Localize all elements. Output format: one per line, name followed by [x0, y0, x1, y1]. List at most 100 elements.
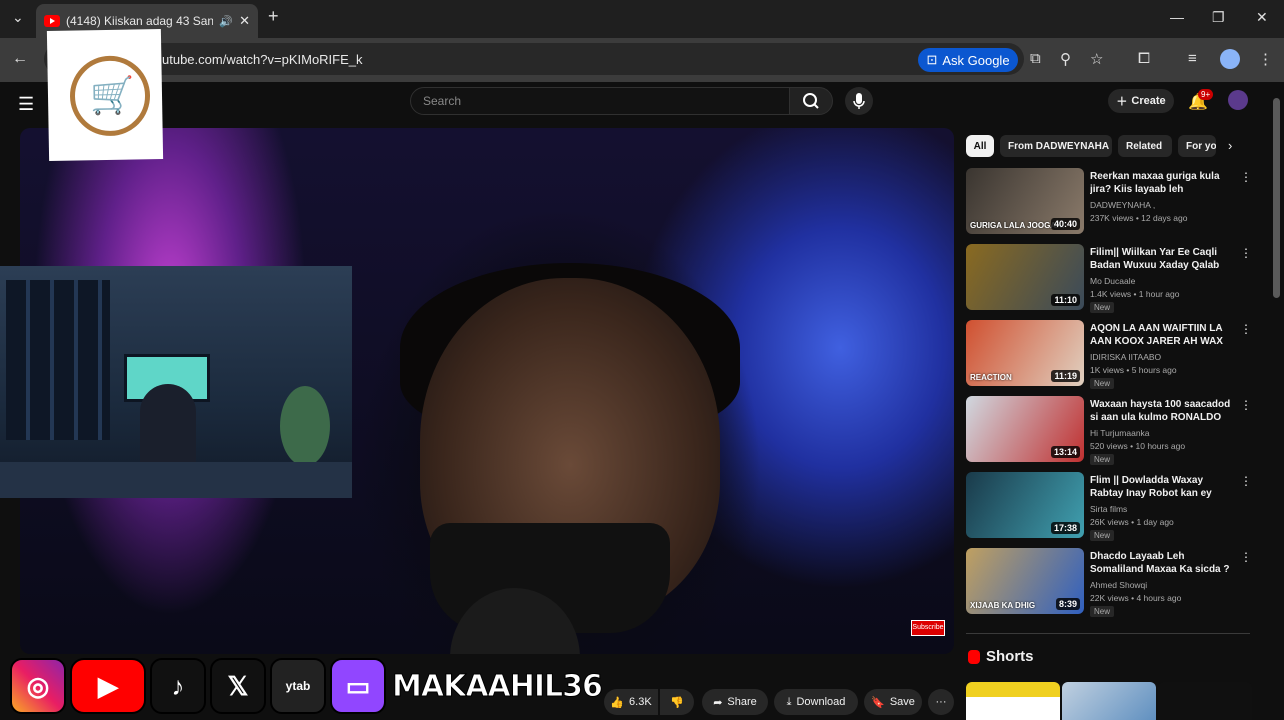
kebab-icon[interactable]: ⋮ [1240, 322, 1252, 336]
chip-for-you[interactable]: For yo [1178, 135, 1216, 157]
ask-google-label: Ask Google [942, 52, 1010, 68]
video-title[interactable]: Flim || Dowladda Waxay Rabtay Inay Robot… [1090, 474, 1234, 501]
chip-from-channel[interactable]: From DADWEYNAHA , [1000, 135, 1112, 157]
notification-count-badge: 9+ [1198, 89, 1214, 100]
google-lens-icon: ⊡ [926, 52, 938, 67]
video-meta: 26K views • 1 day ago [1090, 517, 1174, 527]
browser-profile-avatar[interactable] [1220, 49, 1240, 69]
media-control-icon[interactable]: ≡ [1188, 50, 1197, 67]
channel-name[interactable]: Mo Ducaale [1090, 276, 1135, 286]
video-thumbnail[interactable]: XIJAAB KA DHIG 8:39 [966, 548, 1084, 614]
twitch-icon: ▭ [330, 658, 386, 714]
kebab-icon[interactable]: ⋮ [1240, 550, 1252, 564]
recommendation-item[interactable]: 17:38 Flim || Dowladda Waxay Rabtay Inay … [966, 472, 1256, 541]
browser-menu-kebab-icon[interactable]: ⋮ [1258, 50, 1273, 68]
youtube-icon: ▶ [70, 658, 146, 714]
instagram-icon: ◎ [10, 658, 66, 714]
channel-name[interactable]: Hi Turjumaanka [1090, 428, 1150, 438]
search-input[interactable]: Search [410, 87, 790, 115]
recommendation-item[interactable]: XIJAAB KA DHIG 8:39 Dhacdo Layaab Leh Soma… [966, 548, 1256, 617]
url-text[interactable]: utube.com/watch?v=pKIMoRIFE_k [162, 52, 363, 67]
back-arrow-icon[interactable]: ← [12, 50, 28, 68]
like-button[interactable]: 👍 6.3K [604, 689, 658, 715]
x-icon: 𝕏 [210, 658, 266, 714]
recommendation-item[interactable]: GURIGA LALA JOOGAA! 40:40 Reerkan maxaa gu… [966, 168, 1256, 236]
video-title[interactable]: AQON LA AAN WAIFTIIN LA AAN KOOX JARER A… [1090, 322, 1234, 349]
chip-all[interactable]: All [966, 135, 994, 157]
channel-name[interactable]: Ahmed Showqi [1090, 580, 1147, 590]
save-label: Save [889, 696, 915, 708]
recommendation-item[interactable]: 13:14 Waxaan haysta 100 saacadod si aan u… [966, 396, 1256, 465]
kebab-icon[interactable]: ⋮ [1240, 170, 1252, 184]
subscribe-watermark[interactable]: Subscribe [911, 620, 945, 636]
kebab-icon[interactable]: ⋮ [1240, 246, 1252, 260]
video-thumbnail[interactable]: REACTION 11:19 [966, 320, 1084, 386]
channel-handle: MAKAAHIL36 [392, 668, 604, 704]
window-close-button[interactable]: ✕ [1256, 9, 1268, 26]
share-label: Share [727, 696, 757, 708]
video-title[interactable]: Dhacdo Layaab Leh Somaliland Maxaa Ka si… [1090, 550, 1234, 576]
new-badge: New [1090, 378, 1115, 389]
download-button[interactable]: ⤓ Download [774, 689, 858, 715]
new-tab-button[interactable]: + [268, 6, 279, 27]
tiktok-icon: ♪ [150, 658, 206, 714]
new-badge: New [1090, 454, 1115, 465]
duration-badge: 11:19 [1051, 370, 1080, 382]
tab-close-icon[interactable]: ✕ [239, 13, 250, 29]
like-icon: 👍 [610, 696, 625, 709]
chevron-right-icon[interactable]: › [1228, 138, 1232, 153]
short-thumbnail[interactable] [1062, 682, 1156, 720]
thumbnail-caption: REACTION [970, 373, 1012, 382]
video-title[interactable]: Reerkan maxaa guriga kula jira? Kiis lay… [1090, 170, 1234, 196]
pip-plant [280, 386, 330, 466]
dislike-button[interactable]: 👎 [660, 689, 694, 715]
mic-icon [853, 93, 865, 109]
speaker-icon[interactable]: 🔊 [219, 15, 233, 28]
maximize-button[interactable]: ❐ [1212, 9, 1225, 26]
new-badge: New [1090, 302, 1115, 313]
video-thumbnail[interactable]: GURIGA LALA JOOGAA! 40:40 [966, 168, 1084, 234]
account-avatar[interactable] [1228, 90, 1248, 110]
channel-name[interactable]: IDIRISKA IITAABO [1090, 352, 1161, 362]
short-thumbnail[interactable] [966, 682, 1060, 720]
shorts-heading: Shorts [968, 648, 1034, 665]
star-icon[interactable]: ☆ [1090, 50, 1103, 68]
dislike-icon: 👎 [670, 696, 684, 709]
download-label: Download [796, 696, 846, 708]
chip-related[interactable]: Related [1118, 135, 1172, 157]
zoom-icon[interactable]: ⚲ [1060, 50, 1071, 68]
video-title[interactable]: Filim|| Wiilkan Yar Ee Caqli Badan Wuxuu… [1090, 246, 1234, 273]
voice-search-button[interactable] [845, 87, 873, 115]
video-thumbnail[interactable]: 11:10 [966, 244, 1084, 310]
video-title[interactable]: Waxaan haysta 100 saacadod si aan ula ku… [1090, 398, 1234, 424]
pip-desk [0, 462, 352, 498]
video-thumbnail[interactable]: 17:38 [966, 472, 1084, 538]
search-button[interactable] [789, 87, 833, 115]
share-button[interactable]: ➦ Share [702, 689, 768, 715]
like-count: 6.3K [629, 696, 652, 708]
save-button[interactable]: 🔖 Save [864, 689, 922, 715]
more-actions-button[interactable]: ··· [928, 689, 954, 715]
plus-icon: ＋ [1116, 96, 1128, 108]
channel-name[interactable]: Sirta films [1090, 504, 1127, 514]
share-icon: ➦ [713, 696, 723, 709]
kebab-icon[interactable]: ⋮ [1240, 398, 1252, 412]
extensions-icon[interactable]: ⧠ [1138, 50, 1150, 67]
scrollbar[interactable] [1273, 98, 1280, 298]
shorts-icon [968, 649, 980, 664]
minimize-button[interactable]: — [1170, 9, 1184, 25]
duration-badge: 13:14 [1050, 446, 1080, 458]
menu-icon[interactable]: ☰ [18, 94, 34, 115]
ask-google-button[interactable]: ⊡ Ask Google [918, 48, 1018, 72]
kebab-icon[interactable]: ⋮ [1240, 474, 1252, 488]
recommendation-item[interactable]: REACTION 11:19 AQON LA AAN WAIFTIIN LA AAN… [966, 320, 1256, 389]
recommendation-item[interactable]: 11:10 Filim|| Wiilkan Yar Ee Caqli Badan … [966, 244, 1256, 313]
cast-icon[interactable]: ⧉ [1030, 50, 1041, 67]
shorts-label: Shorts [986, 648, 1034, 665]
short-thumbnail[interactable] [1158, 682, 1252, 720]
channel-name[interactable]: DADWEYNAHA , [1090, 200, 1155, 210]
tab-search-chevron-down-icon[interactable]: ⌄ [12, 9, 24, 26]
video-thumbnail[interactable]: 13:14 [966, 396, 1084, 462]
create-button[interactable]: ＋ Create [1108, 89, 1174, 113]
video-meta: 520 views • 10 hours ago [1090, 441, 1186, 451]
